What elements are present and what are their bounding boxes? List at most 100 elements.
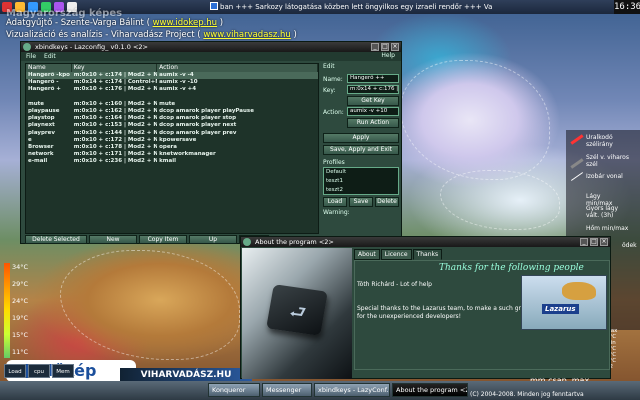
credit-text: ): [217, 18, 224, 28]
cell-name: Hangerő -: [28, 79, 59, 86]
copy-item-button[interactable]: Copy Item: [139, 235, 187, 244]
news-ticker[interactable]: ban +++ Sarkozy látogatása közben lett ö…: [210, 2, 492, 11]
cell-action: [157, 94, 318, 101]
key-field[interactable]: m:0x14 + c:176 | Control+: [347, 85, 399, 94]
thanks-heading: Thanks for the following people: [439, 263, 584, 273]
table-row[interactable]: playpause m:0x10 + c:162 | Mod2 + NoSymbo…: [26, 108, 318, 115]
map-contour: [440, 170, 560, 230]
profiles-label: Profiles: [323, 159, 345, 166]
clock[interactable]: 16:36: [614, 0, 640, 14]
column-name[interactable]: Name: [26, 64, 72, 72]
cell-action: kpowersave: [159, 136, 197, 143]
cell-name: network: [28, 151, 54, 158]
cell-name: Hangerő +: [28, 86, 61, 93]
credit-line: Adatgyűjtő - Szente-Varga Bálint ( www.i…: [6, 18, 223, 28]
legend-item: Hőm min/max: [586, 225, 629, 232]
keyboard-image: ⮐: [242, 248, 352, 379]
menu-help[interactable]: Help: [381, 52, 395, 59]
table-row[interactable]: playnext m:0x10 + c:153 | Mod2 + NoSymbol…: [26, 122, 318, 129]
about-tabs: About Licence Thanks: [354, 249, 443, 260]
close-icon[interactable]: ×: [600, 238, 608, 246]
credit-line: Tóth Richárd - Lot of help: [357, 281, 432, 288]
delete-selected-button[interactable]: Delete Selected: [25, 235, 87, 244]
cell-action: aumix -v +4: [159, 86, 197, 93]
weather-values: Max 9°C Min 6°C 7°C 8°C 62: [606, 328, 640, 370]
viharvadasz-link[interactable]: www.viharvadasz.hu: [203, 30, 290, 40]
legend-item: Izobár vonal: [586, 173, 623, 180]
table-row[interactable]: mutem:0x10 + c:160 | Mod2 + NoSymbolmute: [26, 101, 318, 108]
action-field[interactable]: aumix -v +10: [347, 107, 399, 116]
table-row[interactable]: Browser m:0x10 + c:178 | Mod2 + NoSymbolo…: [26, 144, 318, 151]
name-field[interactable]: Hangerő ++: [347, 74, 399, 83]
column-action[interactable]: Action: [157, 64, 318, 72]
profile-item[interactable]: Default: [326, 168, 398, 177]
thanks-text: Special thanks to the Lazarus team, to m…: [357, 305, 543, 312]
credit-text: ): [290, 30, 297, 40]
maximize-icon[interactable]: □: [590, 238, 598, 246]
mem-monitor[interactable]: Mem: [52, 364, 74, 378]
cell-key: m:0x10 + c:172 | Mod2 + NoSymbol: [73, 136, 157, 143]
get-key-button[interactable]: Get Key: [347, 96, 399, 106]
cell-name: Hangerő -kpo: [28, 72, 70, 78]
load-button[interactable]: Load: [323, 197, 347, 207]
taskbar-item-active[interactable]: About the program <2>: [392, 383, 468, 397]
map-contour: [60, 250, 240, 360]
tab-licence[interactable]: Licence: [380, 249, 412, 260]
cell-action: kmail: [159, 158, 176, 165]
table-row[interactable]: playstop m:0x10 + c:164 | Mod2 + NoSymbol…: [26, 115, 318, 122]
table-row[interactable]: playprev m:0x10 + c:144 | Mod2 + NoSymbol…: [26, 130, 318, 137]
tab-about[interactable]: About: [354, 249, 380, 260]
taskbar-item[interactable]: Messenger: [262, 383, 312, 397]
taskbar-item[interactable]: Konqueror: [208, 383, 260, 397]
profile-item[interactable]: teszt1: [326, 177, 398, 186]
app-icon[interactable]: [23, 43, 31, 51]
column-key[interactable]: Key: [72, 64, 158, 72]
warning-label: Warning:: [323, 209, 350, 216]
cell-action: dcop amarok player stop: [159, 115, 237, 122]
menu-file[interactable]: File: [26, 53, 36, 60]
close-icon[interactable]: ×: [391, 43, 399, 51]
dialog-titlebar[interactable]: About the program <2> _ □ ×: [241, 237, 610, 247]
temperature-scale: 34°C 29°C 24°C 19°C 15°C 11°C: [4, 263, 36, 358]
save-button[interactable]: Save: [349, 197, 373, 207]
table-row[interactable]: [26, 94, 318, 101]
temp-value: 62: [606, 364, 640, 370]
run-action-button[interactable]: Run Action: [347, 118, 399, 128]
delete-button[interactable]: Delete: [375, 197, 399, 207]
app-icon[interactable]: [243, 238, 251, 246]
table-row[interactable]: e-mail m:0x10 + c:236 | Mod2 + NoSymbolkm…: [26, 158, 318, 165]
cpu-monitor[interactable]: cpu: [28, 364, 50, 378]
cell-action: dcop amarok player next: [159, 122, 237, 129]
window-titlebar[interactable]: xbindkeys - Lazconfig_ v0.1.0 <2> _ □ ×: [21, 42, 401, 52]
temp-label: 11°C: [12, 348, 29, 356]
cell-key: m:0x10 + c:144 | Mod2 + NoSymbol: [73, 129, 157, 136]
menu-edit[interactable]: Edit: [44, 53, 56, 60]
window-title: xbindkeys - Lazconfig_ v0.1.0 <2>: [35, 43, 148, 51]
maximize-icon[interactable]: □: [381, 43, 389, 51]
table-row[interactable]: Hangerő - m:0x14 + c:174 | Control+Mod2 +…: [26, 79, 318, 86]
profiles-list[interactable]: Default teszt1 teszt2: [323, 167, 399, 195]
wind-icon: [570, 158, 584, 169]
idokep-link[interactable]: www.idokep.hu: [153, 18, 217, 28]
apply-button[interactable]: Apply: [323, 133, 399, 143]
cell-key: [72, 94, 157, 101]
table-row[interactable]: Hangerő + m:0x10 + c:176 | Mod2 + NoSymbo…: [26, 86, 318, 93]
temperature-gradient: [4, 263, 10, 358]
xbindkeys-window: xbindkeys - Lazconfig_ v0.1.0 <2> _ □ × …: [20, 41, 402, 244]
taskbar-item[interactable]: xbindkeys - LazyConf...: [314, 383, 390, 397]
profile-item[interactable]: teszt2: [326, 186, 398, 195]
lazarus-logo: Lazarus: [521, 275, 607, 330]
minimize-icon[interactable]: _: [580, 238, 588, 246]
new-button[interactable]: New: [89, 235, 137, 244]
minimize-icon[interactable]: _: [371, 43, 379, 51]
tab-thanks[interactable]: Thanks: [412, 249, 443, 260]
cell-action: aumix -v -4: [159, 72, 194, 78]
table-row[interactable]: Hangerő -kpom:0x10 + c:174 | Mod2 + NoSy…: [26, 72, 318, 80]
save-apply-exit-button[interactable]: Save, Apply and Exit: [323, 145, 399, 155]
load-monitor[interactable]: Load: [4, 364, 26, 378]
table-row[interactable]: network m:0x10 + c:171 | Mod2 + NoSymbolk…: [26, 151, 318, 158]
up-button[interactable]: Up: [189, 235, 237, 244]
viharvadasz-banner[interactable]: VIHARVADÁSZ.HU: [120, 368, 252, 382]
legend-item: Uralkodó szélirány: [586, 134, 613, 148]
table-row[interactable]: e m:0x10 + c:172 | Mod2 + NoSymbolkpowers…: [26, 137, 318, 144]
